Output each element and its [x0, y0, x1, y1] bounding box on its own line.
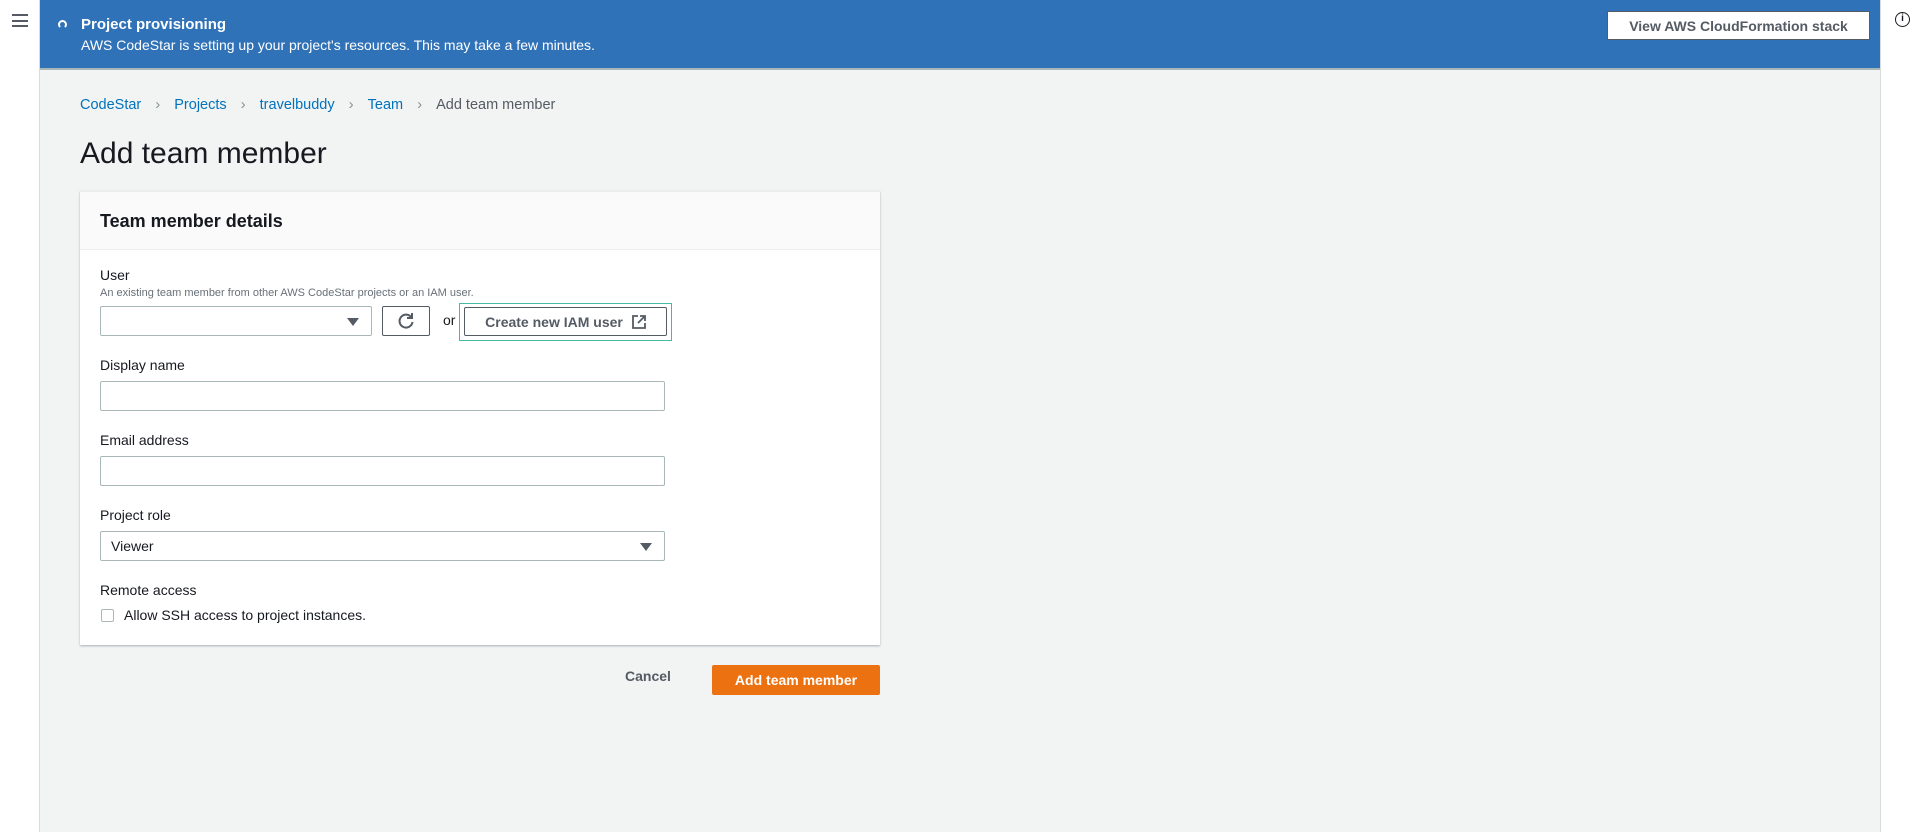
- chevron-right-icon: ›: [155, 96, 161, 113]
- ssh-access-checkbox[interactable]: [101, 609, 114, 622]
- caret-down-icon: [640, 543, 652, 551]
- chevron-right-icon: ›: [240, 96, 246, 113]
- or-text: or: [443, 312, 456, 328]
- breadcrumb-projects[interactable]: Projects: [174, 97, 226, 113]
- project-role-value: Viewer: [111, 538, 154, 554]
- breadcrumb-current: Add team member: [436, 96, 556, 113]
- user-select[interactable]: [100, 306, 372, 336]
- hamburger-menu-icon[interactable]: [12, 14, 28, 27]
- loading-spinner-icon: [58, 20, 67, 29]
- email-address-input[interactable]: [100, 456, 665, 486]
- display-name-input[interactable]: [100, 381, 665, 411]
- left-nav-rail: [0, 0, 40, 832]
- cancel-button[interactable]: Cancel: [625, 668, 671, 684]
- right-tools-rail: i: [1880, 0, 1920, 832]
- ssh-access-checkbox-label[interactable]: Allow SSH access to project instances.: [124, 607, 366, 623]
- caret-down-icon: [347, 318, 359, 326]
- team-member-details-card: Team member details User An existing tea…: [80, 191, 880, 645]
- banner-description: AWS CodeStar is setting up your project'…: [81, 37, 595, 53]
- provisioning-banner: Project provisioning AWS CodeStar is set…: [40, 0, 1880, 70]
- user-description: An existing team member from other AWS C…: [100, 287, 474, 299]
- breadcrumb: CodeStar › Projects › travelbuddy › Team…: [80, 96, 555, 113]
- info-icon[interactable]: i: [1895, 12, 1910, 27]
- add-team-member-button[interactable]: Add team member: [712, 665, 880, 695]
- project-role-select[interactable]: Viewer: [100, 531, 665, 561]
- banner-title: Project provisioning: [81, 16, 227, 33]
- breadcrumb-codestar[interactable]: CodeStar: [80, 97, 141, 113]
- remote-access-label: Remote access: [100, 582, 197, 598]
- view-cloudformation-stack-button[interactable]: View AWS CloudFormation stack: [1607, 11, 1870, 40]
- breadcrumb-team[interactable]: Team: [368, 97, 403, 113]
- refresh-button[interactable]: [382, 306, 430, 336]
- external-link-icon: [631, 314, 646, 329]
- create-new-iam-user-button[interactable]: Create new IAM user: [464, 307, 667, 336]
- user-label: User: [100, 267, 130, 283]
- email-address-label: Email address: [100, 432, 189, 448]
- refresh-icon: [398, 313, 414, 329]
- page-title: Add team member: [80, 137, 327, 170]
- display-name-label: Display name: [100, 357, 185, 373]
- card-title: Team member details: [80, 192, 880, 250]
- breadcrumb-travelbuddy[interactable]: travelbuddy: [260, 97, 335, 113]
- chevron-right-icon: ›: [417, 96, 423, 113]
- chevron-right-icon: ›: [348, 96, 354, 113]
- project-role-label: Project role: [100, 507, 171, 523]
